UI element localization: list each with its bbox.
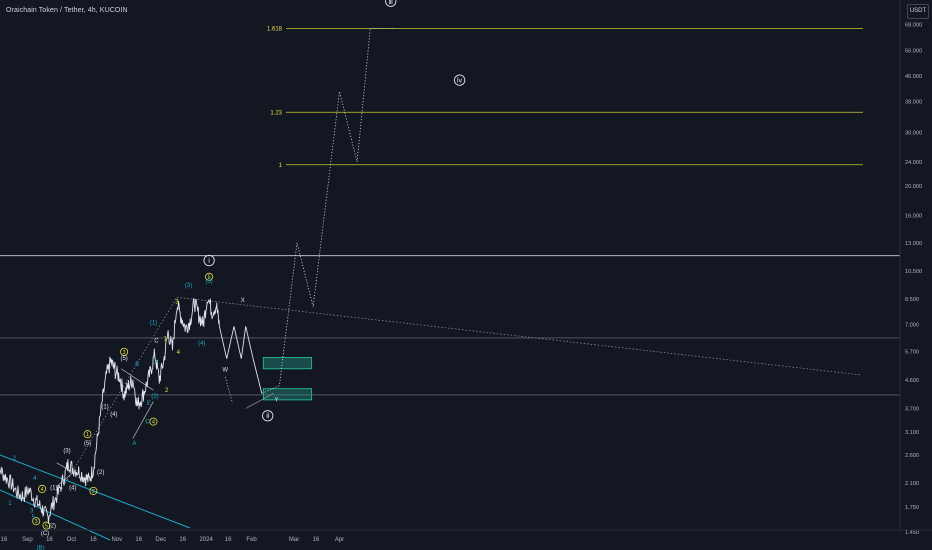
x-tick-label: 2024	[199, 537, 213, 543]
wave-label: C	[154, 339, 159, 345]
y-tick-label: 4.600	[905, 378, 919, 384]
y-tick-label: 13.000	[905, 241, 922, 247]
wave-label: (1)	[50, 486, 57, 492]
wave-label: ⅱ	[266, 413, 269, 420]
wave-label: (4)	[69, 486, 76, 492]
target-zones[interactable]	[262, 357, 313, 401]
wave-label: 2	[165, 388, 169, 394]
x-tick-label: 16	[313, 537, 320, 543]
y-tick-label: 2.100	[905, 481, 919, 487]
x-tick-label: 16	[225, 537, 232, 543]
wave-label: (5)	[84, 441, 91, 447]
wave-label: D	[153, 360, 158, 366]
projection-impulse	[261, 28, 396, 394]
y-tick-label: 3.100	[905, 430, 919, 436]
wave-label: B	[135, 362, 139, 368]
wave-label: (B)	[37, 545, 45, 550]
wave-label: (1)	[150, 320, 157, 326]
wave-label: (4)	[198, 341, 205, 347]
y-tick-label: 46.000	[905, 74, 922, 80]
x-tick-label: Nov	[111, 537, 122, 543]
x-axis[interactable]: 16 Sep 16 Oct 16 Nov 16 Dec 16 2024 16 Feb Mar 16 Apr	[0, 529, 932, 543]
x-tick-label: 16	[179, 537, 186, 543]
price-chart[interactable]: 1.751.6181.23111.7886.31903:14:53 ⅰⅱⅲⅳXW…	[0, 0, 932, 550]
wave-label: 4	[152, 420, 155, 426]
y-tick-label: 10.500	[905, 269, 922, 275]
x-tick-label: 16	[46, 537, 53, 543]
y-tick-label: 7.000	[905, 322, 919, 328]
y-axis-panel[interactable]	[900, 0, 932, 550]
wave-label: ⅲ	[389, 0, 393, 6]
y-tick-label: 5.700	[905, 350, 919, 356]
wave-label: (C)	[41, 531, 49, 537]
x-tick-label: Mar	[289, 537, 299, 543]
x-tick-label: 16	[1, 537, 8, 543]
y-tick-label: 20.000	[905, 184, 922, 190]
trend-channels	[0, 296, 863, 541]
y-tick-label: 68.000	[905, 23, 922, 29]
y-tick-label: 24.000	[905, 160, 922, 166]
projection-path[interactable]	[218, 28, 396, 409]
wave-label: X	[241, 298, 245, 304]
chart-title: Oraichain Token / Tether, 4h, KUCOIN	[6, 7, 128, 14]
wave-label: (1)	[101, 404, 108, 410]
wave-label: (5)	[205, 279, 212, 285]
x-tick-label: Apr	[335, 537, 344, 543]
projection-wxy	[218, 326, 263, 394]
wave-label: (4)	[110, 412, 117, 418]
projection-branch	[245, 393, 274, 409]
rising-trendline	[57, 297, 178, 496]
x-tick-label: Sep	[22, 537, 33, 543]
x-tick-label: Feb	[246, 537, 257, 543]
wave-label: 1	[86, 432, 89, 438]
x-tick-label: Dec	[155, 537, 166, 543]
y-tick-label: 1.750	[905, 505, 919, 511]
wave-label: A	[132, 441, 136, 447]
y-tick-label: 56.000	[905, 48, 922, 54]
wave-label: 2	[92, 489, 95, 495]
y-tick-label: 30.000	[905, 131, 922, 137]
wave-label: ⅰ	[208, 258, 210, 265]
wave-label: E	[147, 401, 151, 407]
y-tick-label: 2.600	[905, 453, 919, 459]
wave-label: Y	[274, 398, 278, 404]
y-tick-label: 16.000	[905, 213, 922, 219]
wave-label: 4	[33, 476, 37, 482]
x-tick-label: 16	[135, 537, 142, 543]
projection-branch	[224, 376, 233, 404]
wave-label: 1	[8, 501, 12, 507]
y-tick-label: 8.500	[905, 297, 919, 303]
y-tick-label: 3.700	[905, 406, 919, 412]
wave-label: 4	[177, 350, 181, 356]
wave-label: (2)	[97, 470, 104, 476]
wave-label: (5)	[120, 356, 127, 362]
y-tick-label: 38.000	[905, 99, 922, 105]
currency-button[interactable]: USDT	[907, 4, 929, 19]
x-tick-label: 16	[90, 537, 97, 543]
wave-label: 5	[45, 524, 48, 530]
target-zone[interactable]	[262, 357, 313, 370]
wave-label: ⅳ	[457, 78, 463, 85]
wave-label: 3	[30, 509, 34, 515]
wave-label: W	[222, 367, 228, 373]
wave-label: (3)	[63, 449, 70, 455]
fib-level-label: 1.23	[270, 110, 282, 116]
wave-label: (3)	[109, 362, 116, 368]
fib-level-label: 1.618	[267, 27, 283, 33]
horizontal-levels[interactable]: 1.751.6181.23111.7886.31903:14:53	[0, 0, 932, 396]
wave-label: 4	[41, 487, 44, 493]
y-axis[interactable]: 68.000 56.000 46.000 38.000 30.000 24.000 20.0…	[899, 0, 932, 550]
x-tick-label: Oct	[67, 537, 77, 543]
wave-label: (3)	[185, 283, 192, 289]
wave-label: (2)	[151, 394, 158, 400]
fib-level-label: 1	[279, 163, 283, 169]
wave-labels: ⅰⅱⅲⅳXWY5(5)3(3)(4)4(1)12(2)CDEC 4AB3(5)(3…	[8, 0, 466, 550]
target-zone[interactable]	[262, 388, 313, 401]
y-tick-label: 1.450	[905, 530, 919, 536]
wave-label: 3	[35, 519, 38, 525]
